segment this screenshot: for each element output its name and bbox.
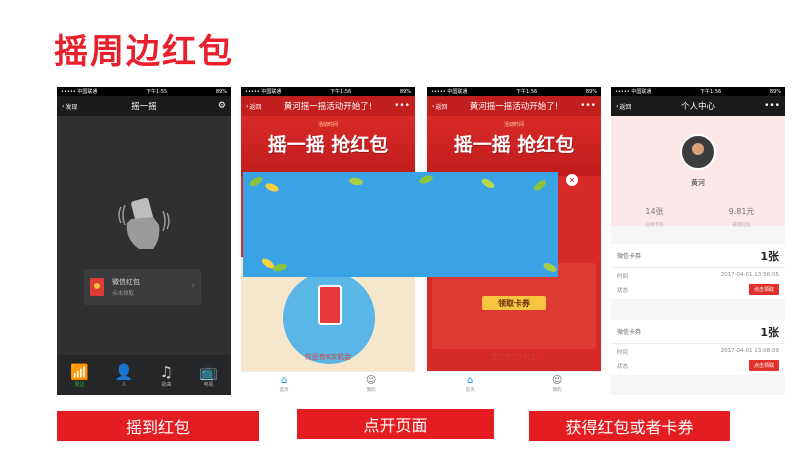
nav-bar: ‹ 返回 个人中心 ••• bbox=[611, 96, 785, 116]
tab-home[interactable]: ⌂ 首页 bbox=[466, 375, 475, 393]
status-bar: ••••• 中国联通 下午1:56 89% bbox=[241, 87, 415, 96]
shaking-hand-icon bbox=[118, 197, 170, 249]
profile-icon: ☺ bbox=[551, 374, 563, 386]
avatar bbox=[680, 134, 716, 170]
claim-button[interactable]: 点击领取 bbox=[748, 284, 779, 295]
coupon-record: 微信卡券 1张 时间 2017-04-01 13:56:05 状态 点击领取 bbox=[611, 244, 785, 299]
nav-title: 摇一摇 bbox=[131, 102, 157, 112]
leaf-decoration bbox=[418, 173, 434, 186]
battery: 89% bbox=[215, 88, 227, 95]
hero-title: 摇一摇 抢红包 bbox=[267, 134, 389, 156]
coupon-record: 微信卡券 1张 时间 2017-04-01 13:08:09 状态 点击领取 bbox=[611, 320, 785, 375]
hero-banner: 活动时间 摇一摇 抢红包 bbox=[427, 116, 601, 176]
tab-mine[interactable]: ☺ 我的 bbox=[366, 375, 376, 393]
signal-icon: 📶 bbox=[70, 362, 89, 381]
hero-banner: 活动时间 摇一摇 抢红包 bbox=[241, 116, 415, 176]
home-icon: ⌂ bbox=[280, 374, 288, 386]
close-icon[interactable]: ✕ bbox=[566, 174, 578, 186]
hero-subtitle: 活动时间 bbox=[503, 122, 524, 128]
tab-nearby[interactable]: 📶 周边 bbox=[70, 363, 89, 388]
user-name: 黄河 bbox=[691, 179, 705, 187]
tab-bar: 📶 周边 👤 人 ♫ 歌曲 📺 电视 bbox=[57, 355, 231, 395]
status-bar: ••••• 中国联通 下午1:56 89% bbox=[611, 87, 785, 96]
phone-profile-page: ••••• 中国联通 下午1:56 89% ‹ 返回 个人中心 ••• 黄河 14张 … bbox=[611, 87, 785, 395]
leaf-decoration bbox=[264, 181, 280, 194]
claim-coupon-button[interactable]: 领取卡券 bbox=[482, 296, 546, 310]
clock: 下午1:55 bbox=[145, 89, 168, 95]
nav-bar: ‹ 发现 摇一摇 ⚙ bbox=[57, 96, 231, 116]
more-icon[interactable]: ••• bbox=[764, 101, 780, 111]
status-bar: ••••• 中国联通 下午1:55 89% bbox=[57, 87, 231, 96]
chevron-right-icon: › bbox=[191, 281, 195, 291]
back-button[interactable]: ‹ 返回 bbox=[616, 102, 631, 111]
nav-title: 黄河摇一摇活动开始了! bbox=[469, 102, 559, 112]
nav-bar: ‹ 返回 黄河摇一摇活动开始了! ••• bbox=[241, 96, 415, 116]
card-subtitle: 点击领取 bbox=[112, 291, 135, 297]
leaf-decoration bbox=[248, 174, 264, 189]
chances-text: 你还有8次机会 bbox=[304, 353, 352, 361]
caption-step-1: 摇到红包 bbox=[57, 411, 259, 441]
claim-button[interactable]: 点击领取 bbox=[748, 360, 779, 371]
caption-step-2: 点开页面 bbox=[297, 409, 494, 439]
more-icon[interactable]: ••• bbox=[580, 101, 596, 111]
leaf-decoration bbox=[272, 262, 288, 273]
home-icon: ⌂ bbox=[466, 374, 474, 386]
slide: 摇周边红包 ••••• 中国联通 下午1:55 89% ‹ 发现 摇一摇 ⚙ 微信… bbox=[0, 0, 800, 450]
red-envelope-icon bbox=[90, 278, 104, 296]
carrier: ••••• 中国联通 bbox=[61, 89, 98, 95]
card-title: 微信红包 bbox=[112, 278, 140, 286]
leaf-decoration bbox=[542, 261, 558, 274]
bottom-tabs: ⌂ 首页 ☺ 我的 bbox=[241, 371, 415, 395]
chevron-left-icon: ‹ bbox=[616, 102, 619, 110]
nav-title: 黄河摇一摇活动开始了! bbox=[283, 102, 373, 112]
nav-title: 个人中心 bbox=[680, 102, 715, 112]
phone-shake-screen: ••••• 中国联通 下午1:55 89% ‹ 发现 摇一摇 ⚙ 微信红包 点击领… bbox=[57, 87, 231, 395]
settings-gear-icon[interactable]: ⚙ bbox=[218, 101, 226, 111]
back-button[interactable]: ‹ 发现 bbox=[62, 102, 77, 111]
red-envelope-card[interactable]: 微信红包 点击领取 › bbox=[84, 269, 201, 305]
hero-title: 摇一摇 抢红包 bbox=[453, 134, 575, 156]
chevron-left-icon: ‹ bbox=[62, 102, 65, 110]
leaf-decoration bbox=[480, 176, 496, 191]
tab-people[interactable]: 👤 人 bbox=[115, 363, 134, 388]
chances-text: 您还有7次机会 bbox=[490, 353, 538, 361]
page-title: 摇周边红包 bbox=[54, 32, 234, 72]
tab-home[interactable]: ⌂ 首页 bbox=[280, 375, 289, 393]
back-button[interactable]: ‹ 返回 bbox=[246, 102, 261, 111]
stat-red-envelopes: 9.81元 获得红包 bbox=[728, 207, 755, 228]
tv-icon: 📺 bbox=[199, 362, 218, 381]
caption-step-3: 获得红包或者卡券 bbox=[529, 411, 730, 441]
stat-coupons: 14张 已领卡券 bbox=[645, 207, 664, 228]
status-bar: ••••• 中国联通 下午1:56 89% bbox=[427, 87, 601, 96]
chevron-left-icon: ‹ bbox=[432, 102, 435, 110]
profile-icon: ☺ bbox=[365, 374, 377, 386]
chevron-left-icon: ‹ bbox=[246, 102, 249, 110]
bottom-tabs: ⌂ 首页 ☺ 我的 bbox=[427, 371, 601, 395]
tab-songs[interactable]: ♫ 歌曲 bbox=[160, 363, 173, 388]
more-icon[interactable]: ••• bbox=[394, 101, 410, 111]
hero-subtitle: 活动时间 bbox=[317, 122, 338, 128]
phone-in-hand-icon bbox=[318, 285, 342, 325]
tab-tv[interactable]: 📺 电视 bbox=[199, 363, 218, 388]
music-icon: ♫ bbox=[159, 362, 174, 381]
leaf-decoration bbox=[532, 178, 548, 193]
person-icon: 👤 bbox=[114, 362, 134, 381]
back-button[interactable]: ‹ 返回 bbox=[432, 102, 447, 111]
overlay-banner bbox=[243, 172, 558, 277]
leaf-decoration bbox=[348, 176, 364, 187]
tab-mine[interactable]: ☺ 我的 bbox=[552, 375, 562, 393]
nav-bar: ‹ 返回 黄河摇一摇活动开始了! ••• bbox=[427, 96, 601, 116]
